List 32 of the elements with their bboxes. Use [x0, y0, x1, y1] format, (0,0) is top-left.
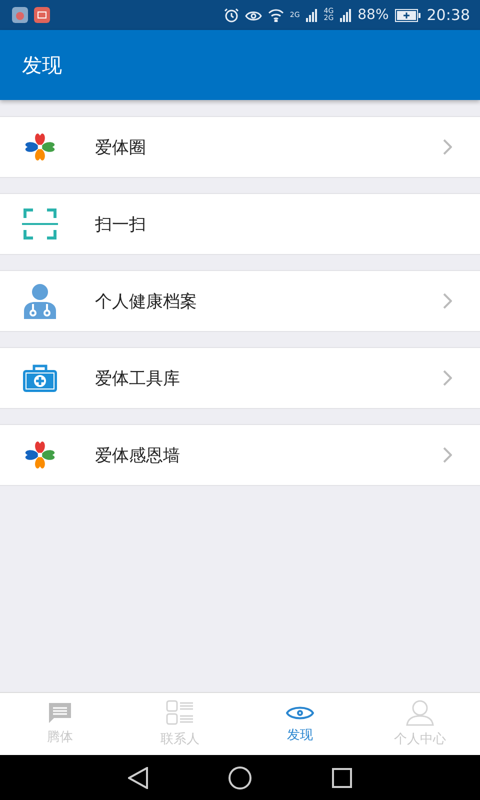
signal-icon: [340, 8, 352, 22]
app-notification-icon: [34, 7, 50, 23]
menu-item-label: 个人健康档案: [94, 290, 198, 312]
menu-item[interactable]: 爱体工具库: [0, 347, 480, 409]
menu-item[interactable]: 爱体圈: [0, 116, 480, 178]
chat-icon: [48, 702, 72, 724]
scan-icon: [22, 208, 58, 240]
home-icon[interactable]: [228, 766, 252, 790]
eye-icon: [244, 8, 262, 22]
app-notification-icon: [12, 7, 28, 23]
back-icon[interactable]: [128, 766, 148, 788]
person-icon: [406, 700, 434, 726]
clock-time: 20:38: [426, 6, 470, 24]
battery-icon: [394, 8, 421, 22]
menu-item[interactable]: 扫一扫: [0, 193, 480, 255]
menu-item-label: 爱体圈: [94, 136, 147, 158]
menu-item[interactable]: 爱体感恩墙: [0, 424, 480, 486]
eye-icon: [286, 704, 314, 722]
wifi-icon: [268, 8, 284, 22]
nav-tab[interactable]: 发现: [240, 693, 360, 755]
menu-item[interactable]: 个人健康档案: [0, 270, 480, 332]
menu-item-label: 扫一扫: [94, 214, 147, 236]
recents-icon[interactable]: [332, 768, 352, 788]
doctor-icon: [23, 283, 57, 319]
battery-percent: 88%: [358, 7, 389, 23]
alarm-icon: [224, 8, 239, 22]
menu-item-label: 爱体感恩墙: [94, 444, 181, 466]
signal-icon: [306, 8, 318, 22]
contacts-icon: [166, 700, 194, 726]
medical-kit-icon: [22, 363, 58, 393]
page-title: 发现: [22, 52, 62, 78]
menu-item-label: 爱体工具库: [94, 368, 181, 390]
